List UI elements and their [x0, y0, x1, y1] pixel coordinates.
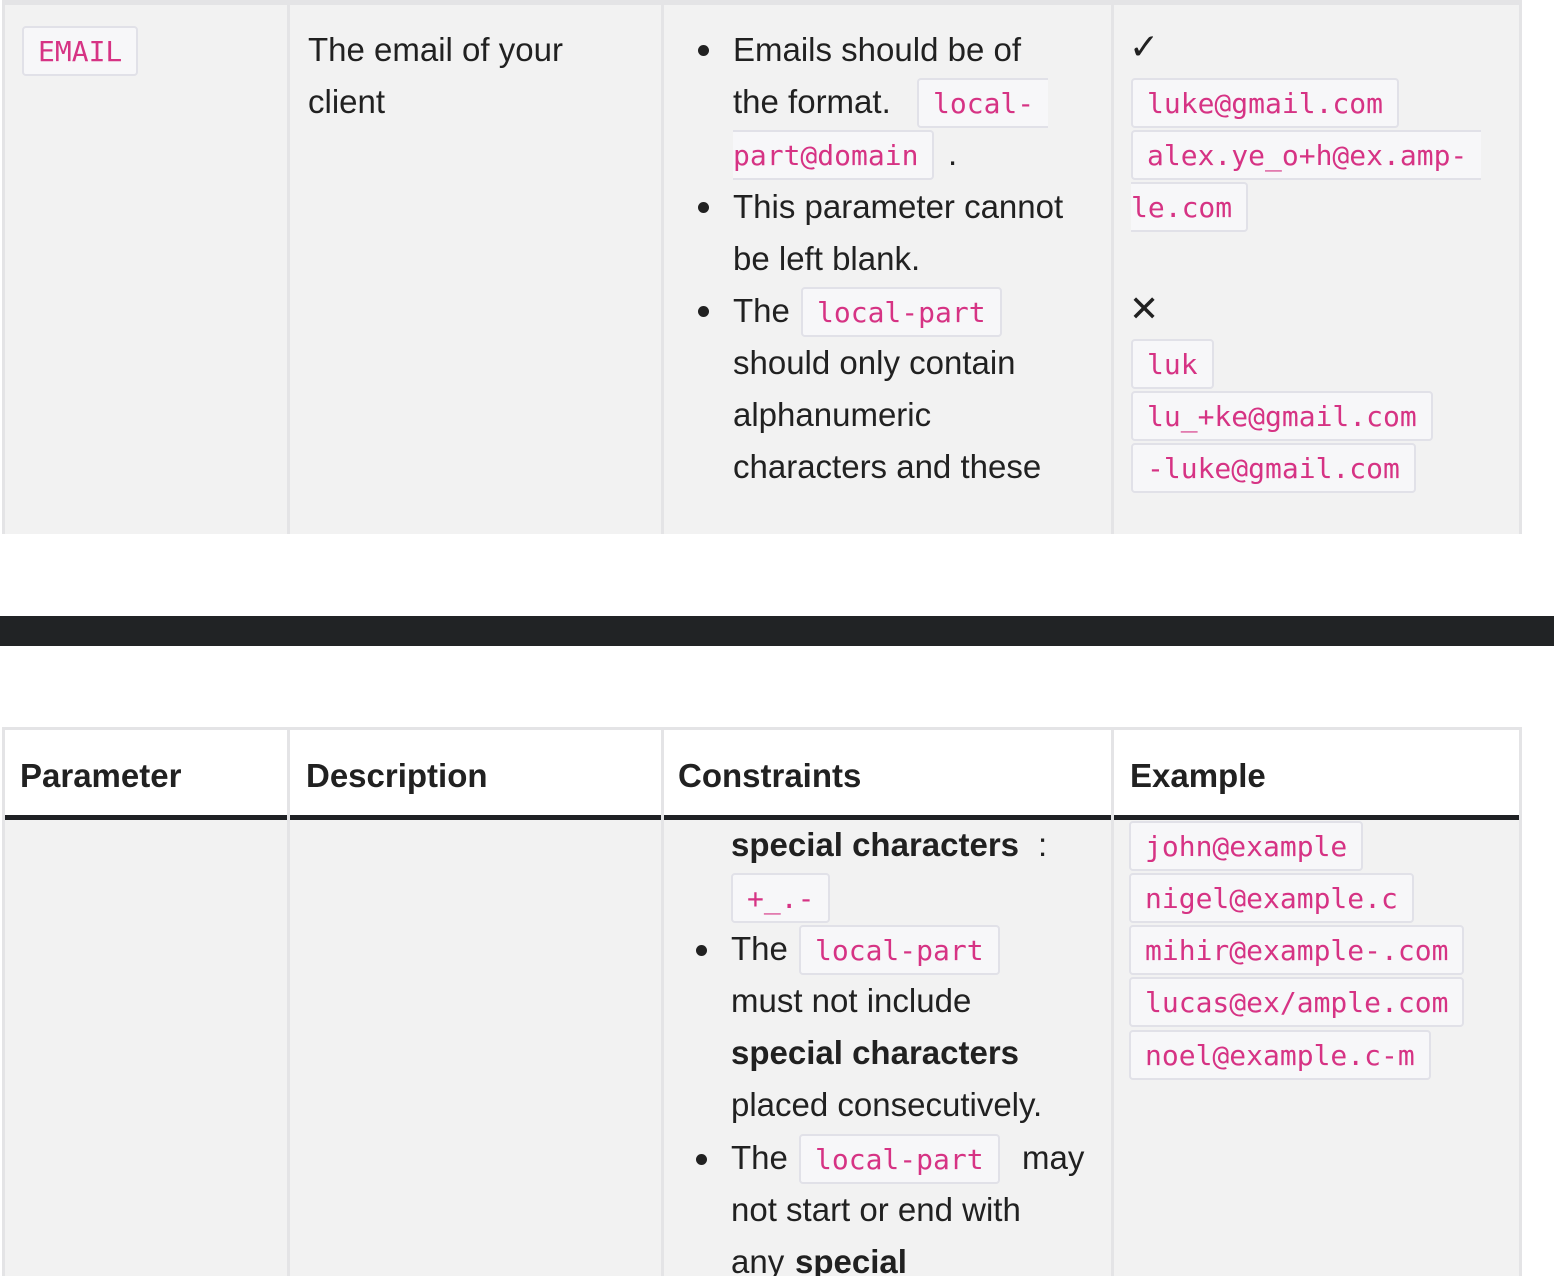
inline-code: local-part	[801, 287, 1002, 337]
check-icon: ✓	[1129, 27, 1160, 68]
example-valid-code: luke@gmail.com	[1131, 78, 1400, 128]
table-body: special characters : +_.- The local-part…	[2, 820, 1522, 1276]
inline-code: local-part	[799, 1134, 1000, 1184]
example-invalid-code: luk	[1131, 339, 1214, 389]
example-valid-code: alex.ye_o+h@ex.amp-	[1131, 130, 1482, 180]
example-invalid-code: john@example	[1129, 821, 1364, 871]
column-border	[661, 727, 664, 1276]
constraint-text: any	[731, 1243, 785, 1276]
example-invalid-code: -luke@gmail.com	[1131, 443, 1416, 493]
list-bullet	[696, 1154, 707, 1165]
constraint-text-bold: special	[795, 1243, 907, 1276]
example-valid-code: le.com	[1131, 182, 1249, 232]
description-line: client	[308, 83, 386, 120]
constraint-text: alphanumeric	[733, 396, 932, 433]
inline-code: +_.-	[731, 873, 831, 923]
description-line: The email of your	[308, 31, 563, 68]
cross-icon: ✕	[1129, 289, 1160, 330]
parameter-code: EMAIL	[22, 26, 139, 76]
constraint-text: placed consecutively.	[731, 1086, 1043, 1123]
example-invalid-code: nigel@example.c	[1129, 873, 1414, 923]
page: EMAIL The email of your client Emails sh…	[0, 0, 1554, 1276]
header-description: Description	[306, 757, 488, 794]
row-separator	[2, 0, 1522, 5]
constraint-text: .	[948, 135, 958, 172]
constraint-text: characters and these	[733, 448, 1042, 485]
constraint-text: may	[1022, 1139, 1085, 1176]
header-parameter: Parameter	[20, 757, 182, 794]
constraint-text: The	[733, 292, 790, 329]
inline-code: local-	[917, 78, 1049, 128]
table-header: Parameter Description Constraints Exampl…	[2, 727, 1522, 815]
column-border	[1111, 727, 1114, 1276]
constraint-text: be left blank.	[733, 240, 921, 277]
example-invalid-code: lu_+ke@gmail.com	[1131, 391, 1433, 441]
constraint-text: the format.	[733, 83, 891, 120]
inline-code: local-part	[799, 925, 1000, 975]
example-invalid-code: mihir@example-.com	[1129, 925, 1465, 975]
constraint-text: The	[731, 1139, 788, 1176]
table-fragment-top: EMAIL The email of your client Emails sh…	[2, 0, 1522, 534]
list-bullet	[698, 202, 709, 213]
constraint-text: Emails should be of	[733, 31, 1021, 68]
constraint-text: The	[731, 930, 788, 967]
inline-code: part@domain	[733, 130, 935, 180]
list-bullet	[698, 306, 709, 317]
column-border	[661, 0, 664, 534]
constraint-text: should only contain	[733, 344, 1016, 381]
constraint-text: must not include	[731, 982, 972, 1019]
constraint-text-bold: special characters	[731, 1034, 1020, 1071]
column-border	[287, 727, 290, 1276]
constraint-text: This parameter cannot	[733, 188, 1064, 225]
constraint-text-bold: special characters	[731, 826, 1020, 863]
header-constraints: Constraints	[678, 757, 862, 794]
column-border	[2, 727, 5, 1276]
table-fragment-bottom: Parameter Description Constraints Exampl…	[2, 727, 1522, 1276]
column-border	[1519, 727, 1522, 1276]
list-bullet	[698, 45, 709, 56]
column-border	[287, 0, 290, 534]
example-invalid-code: lucas@ex/ample.com	[1129, 977, 1465, 1027]
column-border	[2, 0, 5, 534]
constraint-text: not start or end with	[731, 1191, 1021, 1228]
constraint-text: :	[1038, 826, 1048, 863]
example-invalid-code: noel@example.c-m	[1129, 1030, 1431, 1080]
header-example: Example	[1130, 757, 1266, 794]
section-divider	[0, 616, 1554, 646]
column-border	[1519, 0, 1522, 534]
list-bullet	[696, 945, 707, 956]
column-border	[1111, 0, 1114, 534]
